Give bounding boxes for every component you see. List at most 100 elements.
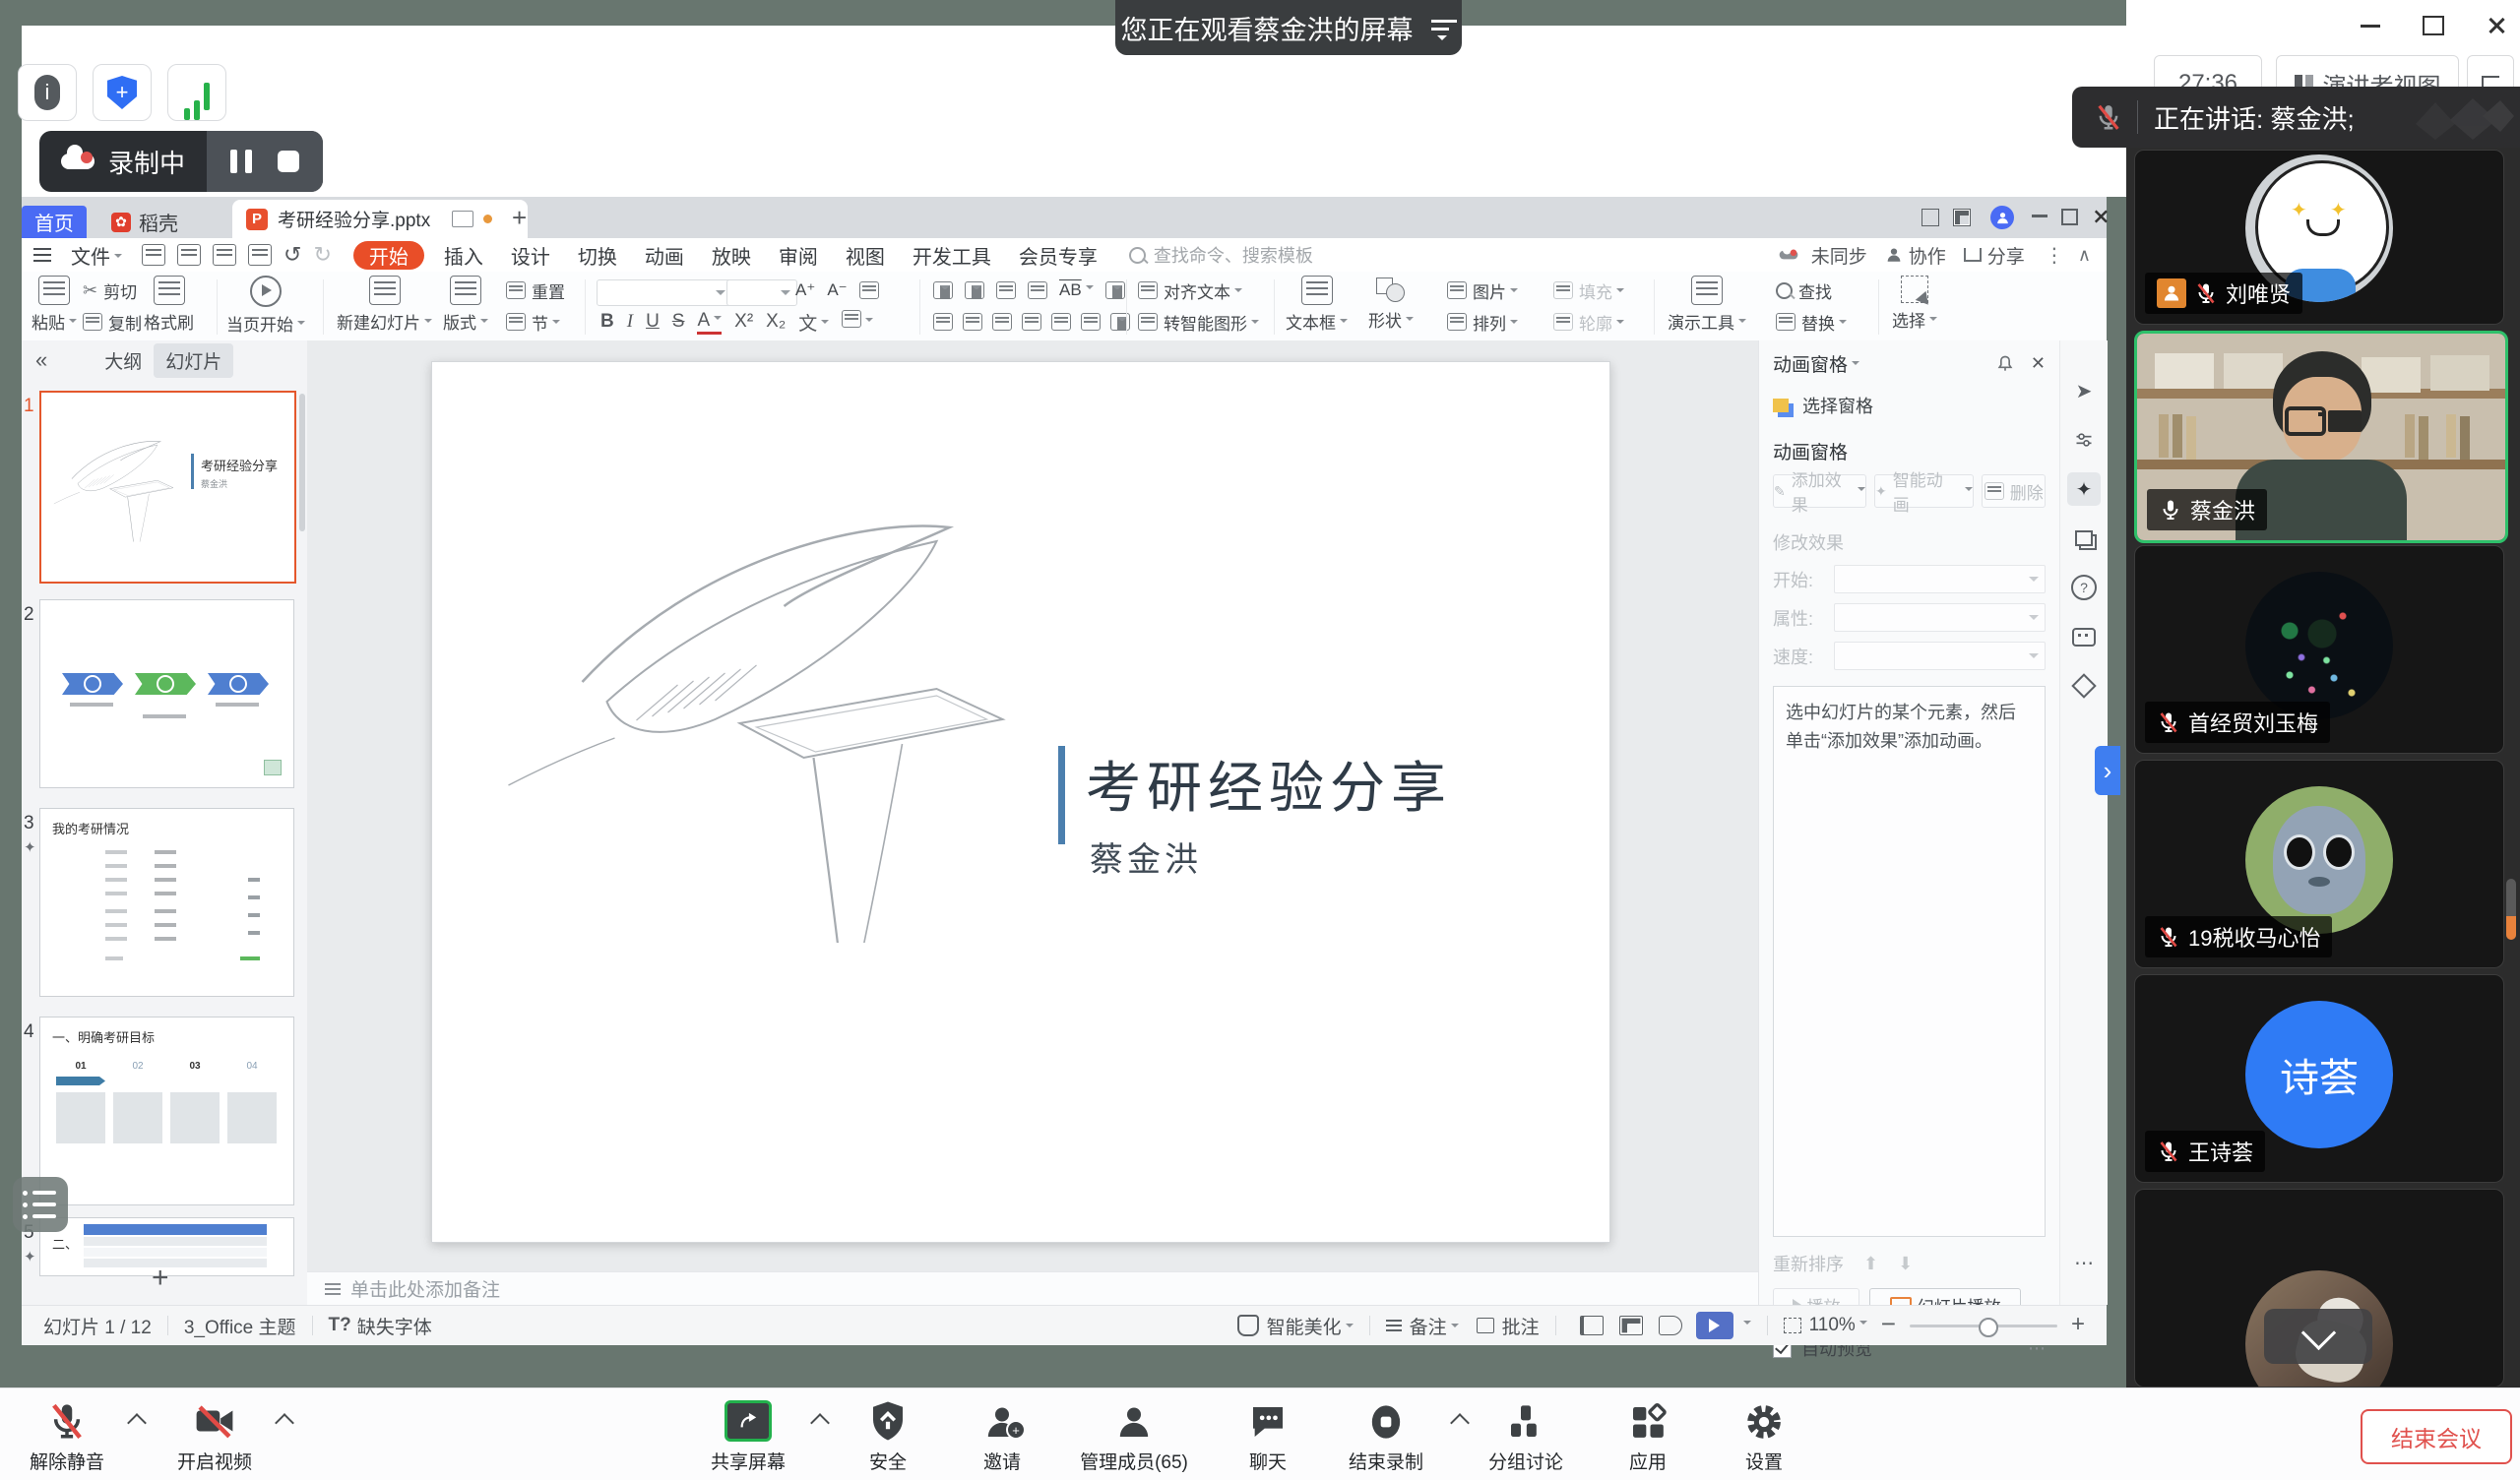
align-right-button[interactable]	[992, 313, 1012, 331]
menu-view[interactable]: 视图	[832, 241, 899, 270]
slide-author[interactable]: 蔡金洪	[1090, 832, 1202, 881]
slide-thumbnail-4[interactable]: 一、明确考研目标 01 02 03 04	[39, 1017, 294, 1205]
distribute-button[interactable]	[1051, 313, 1071, 331]
paragraph-spacing-button[interactable]	[1110, 313, 1130, 331]
single-view-icon[interactable]	[1922, 209, 1939, 226]
grid-view-icon[interactable]	[1953, 209, 1971, 226]
reading-view-icon[interactable]	[1659, 1316, 1682, 1335]
menu-member[interactable]: 会员专享	[1005, 241, 1111, 270]
justify-button[interactable]	[1022, 313, 1041, 331]
phonetic-button[interactable]: 文	[798, 309, 829, 336]
copy-button[interactable]: 复制	[83, 309, 142, 335]
maximize-button[interactable]	[2414, 6, 2453, 45]
format-painter-button[interactable]: 格式刷	[144, 276, 194, 334]
comments-button[interactable]: 批注	[1502, 1313, 1540, 1339]
replace-button[interactable]: 替换	[1776, 309, 1847, 335]
collapse-ribbon-icon[interactable]: ∧	[2078, 245, 2091, 266]
redo-icon[interactable]: ↻	[313, 242, 331, 268]
find-button[interactable]: 查找	[1776, 278, 1832, 303]
slide-thumbnail-1[interactable]: 考研经验分享 蔡金洪	[39, 391, 296, 584]
menu-insert[interactable]: 插入	[430, 241, 497, 270]
tab-home[interactable]: 首页	[22, 206, 87, 238]
command-search-input[interactable]: 查找命令、搜索模板	[1129, 242, 1313, 268]
sync-status[interactable]: 未同步	[1772, 242, 1867, 269]
new-tab-button[interactable]: +	[512, 203, 527, 233]
more-icon[interactable]: ⋮	[2045, 243, 2064, 268]
assistant-robot-icon[interactable]	[2067, 620, 2101, 653]
output-icon[interactable]	[177, 244, 201, 266]
share-screen-button[interactable]: 共享屏幕	[669, 1396, 827, 1474]
paste-button[interactable]: 粘贴	[32, 276, 77, 334]
wps-maximize-button[interactable]	[2061, 209, 2078, 225]
notes-toggle-button[interactable]: 备注	[1410, 1313, 1459, 1339]
preview-icon[interactable]	[248, 244, 272, 266]
animation-pane-icon[interactable]: ✦	[2067, 472, 2101, 506]
participant-tile[interactable]: ✦ ✦ 刘唯贤	[2134, 150, 2504, 325]
subscript-button[interactable]: X₂	[766, 311, 786, 333]
tab-outline[interactable]: 大纲	[93, 343, 154, 378]
end-meeting-button[interactable]: 结束会议	[2361, 1409, 2512, 1464]
scroll-participants-down-button[interactable]	[2264, 1309, 2372, 1364]
select-button[interactable]: 选择	[1892, 276, 1937, 332]
properties-icon[interactable]	[2067, 423, 2101, 457]
zoom-value[interactable]: 110%	[1809, 1315, 1867, 1336]
to-smartart-button[interactable]: 转智能图形	[1138, 309, 1259, 335]
cut-button[interactable]: ✂剪切	[83, 278, 137, 303]
menu-devtools[interactable]: 开发工具	[899, 241, 1005, 270]
panel-scrollbar[interactable]	[299, 394, 305, 531]
floating-list-button[interactable]	[13, 1177, 68, 1232]
stop-record-button[interactable]: 结束录制	[1307, 1396, 1465, 1474]
pause-recording-button[interactable]	[230, 150, 252, 173]
theme-name[interactable]: 3_Office 主题	[184, 1313, 296, 1339]
text-direction-button[interactable]	[1105, 281, 1125, 299]
close-button[interactable]	[2477, 6, 2516, 45]
sorter-view-icon[interactable]	[1619, 1316, 1643, 1335]
menu-review[interactable]: 审阅	[765, 241, 832, 270]
protect-button[interactable]: +	[93, 64, 152, 121]
duplicate-pane-icon[interactable]	[2067, 522, 2101, 555]
zoom-out-button[interactable]: −	[1881, 1309, 1896, 1339]
play-from-page-button[interactable]: 当页开始	[226, 276, 305, 336]
zoom-in-button[interactable]: +	[2071, 1311, 2085, 1338]
slide-editing-area[interactable]: 考研经验分享 蔡金洪	[431, 361, 1610, 1243]
fit-page-icon[interactable]	[1784, 1318, 1801, 1333]
rail-more-icon[interactable]: ⋯	[2067, 1246, 2101, 1279]
participant-tile-speaking[interactable]: 蔡金洪	[2134, 331, 2508, 543]
animation-pane-title[interactable]: 动画窗格	[1773, 350, 1859, 377]
menu-animation[interactable]: 动画	[631, 241, 698, 270]
reset-button[interactable]: 重置	[506, 278, 565, 303]
picture-button[interactable]: 图片	[1447, 278, 1518, 303]
notes-input[interactable]: 单击此处添加备注	[307, 1271, 1758, 1305]
slide-thumbnail-3[interactable]: 我的考研情况	[39, 808, 294, 997]
participant-tile[interactable]: 首经贸刘玉梅	[2134, 545, 2504, 754]
settings-button[interactable]: 设置	[1685, 1396, 1843, 1474]
layout-button[interactable]: 版式	[443, 276, 488, 334]
italic-button[interactable]: I	[627, 311, 633, 333]
screen-watching-banner[interactable]: 您正在观看蔡金洪的屏幕	[1115, 0, 1462, 55]
underline-button[interactable]: U	[646, 311, 660, 333]
font-size-select[interactable]	[726, 279, 797, 306]
play-options-dropdown[interactable]	[1739, 1315, 1751, 1336]
menu-design[interactable]: 设计	[497, 241, 564, 270]
unmute-button[interactable]: 解除静音	[0, 1396, 146, 1474]
text-box-button[interactable]: 文本框	[1286, 276, 1348, 334]
new-slide-button[interactable]: 新建幻灯片	[337, 276, 432, 334]
wps-minimize-button[interactable]	[2032, 215, 2048, 217]
collaborate-button[interactable]: 协作	[1885, 242, 1946, 269]
beautify-button[interactable]: 智能美化	[1267, 1313, 1354, 1339]
zoom-slider[interactable]	[1910, 1325, 2057, 1327]
numbering-button[interactable]	[965, 281, 984, 299]
banner-menu-icon[interactable]	[1431, 20, 1457, 23]
participant-tile[interactable]: 诗荟 王诗荟	[2134, 974, 2504, 1183]
tab-slides[interactable]: 幻灯片	[154, 343, 233, 378]
highlight-button[interactable]	[842, 310, 873, 334]
tab-docer[interactable]: ✿ 稻壳	[91, 206, 199, 238]
menu-file[interactable]: 文件	[57, 241, 136, 270]
tab-document[interactable]: P 考研经验分享.pptx	[232, 200, 528, 238]
save-icon[interactable]	[142, 244, 165, 266]
strike-button[interactable]: S	[672, 311, 685, 333]
align-center-button[interactable]	[963, 313, 982, 331]
arrange-button[interactable]: 排列	[1447, 309, 1518, 335]
char-spacing-button[interactable]: AB	[1059, 280, 1094, 300]
font-color-button[interactable]: A	[697, 310, 722, 335]
